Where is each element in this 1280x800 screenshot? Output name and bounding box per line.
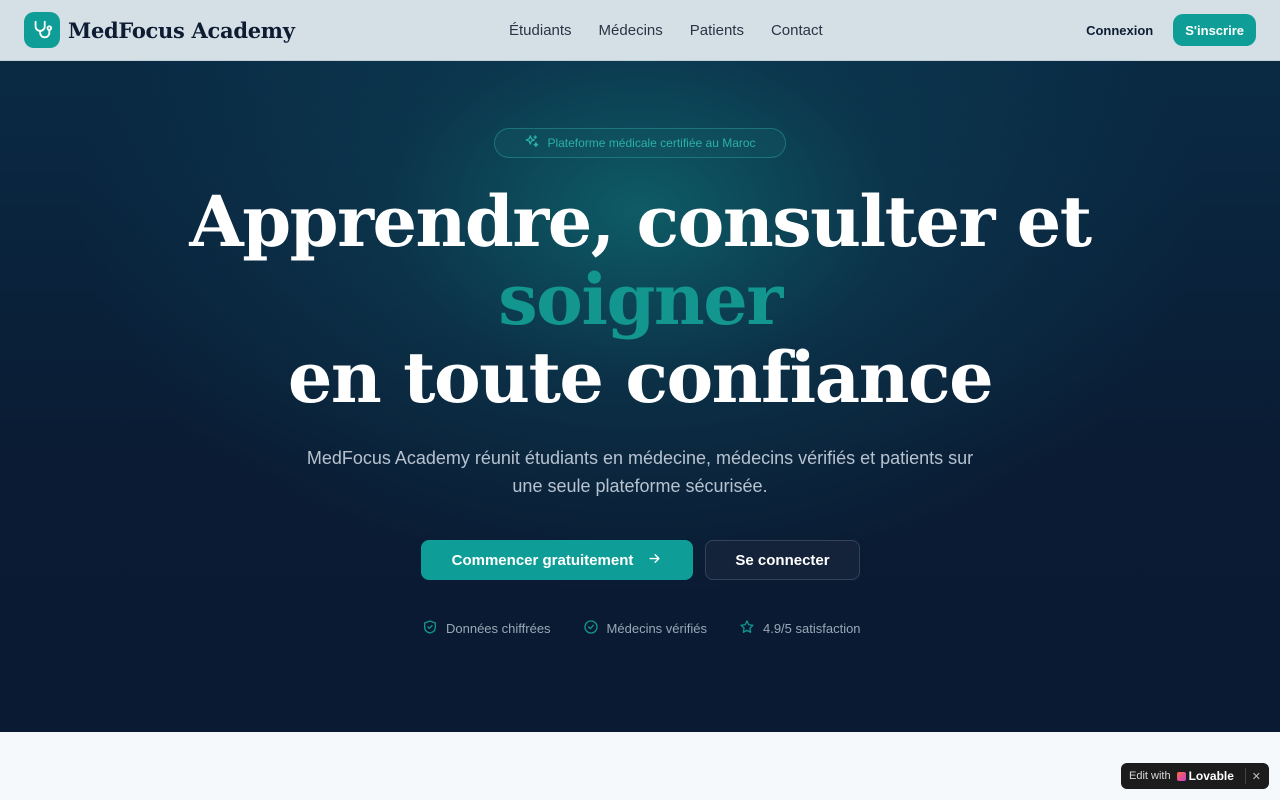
arrow-right-icon — [647, 551, 662, 570]
badge-text: Plateforme médicale certifiée au Maroc — [547, 136, 756, 150]
edit-with-label: Edit with — [1129, 770, 1171, 782]
hero-title-accent: soigner — [498, 258, 783, 341]
hero-title-line-1: Apprendre, consulter et — [189, 180, 1092, 263]
sparkles-icon — [524, 134, 539, 152]
lovable-logo: Lovable — [1176, 769, 1234, 783]
nav-link-patients[interactable]: Patients — [690, 22, 744, 39]
lovable-brand-name: Lovable — [1188, 769, 1234, 783]
login-button[interactable]: Connexion — [1086, 23, 1153, 38]
divider — [1244, 768, 1246, 784]
brand-logo[interactable]: MedFocus Academy — [24, 12, 295, 48]
trust-label: Données chiffrées — [446, 621, 551, 636]
hero-title: Apprendre, consulter et soigner en toute… — [0, 183, 1280, 417]
trust-label: Médecins vérifiés — [606, 621, 707, 636]
star-icon — [739, 619, 755, 638]
nav-actions: Connexion S'inscrire — [1086, 14, 1256, 46]
brand-name: MedFocus Academy — [68, 17, 295, 43]
shield-check-icon — [422, 619, 438, 638]
trust-item-encryption: Données chiffrées — [422, 619, 551, 638]
start-free-button[interactable]: Commencer gratuitement — [421, 540, 693, 580]
main-nav: Étudiants Médecins Patients Contact — [509, 0, 823, 61]
next-section — [0, 732, 1280, 800]
start-free-label: Commencer gratuitement — [451, 551, 634, 569]
close-icon[interactable]: ✕ — [1252, 770, 1261, 783]
hero-section: Plateforme médicale certifiée au Maroc A… — [0, 61, 1280, 732]
certification-badge: Plateforme médicale certifiée au Maroc — [494, 128, 786, 158]
trust-item-satisfaction: 4.9/5 satisfaction — [739, 619, 861, 638]
lovable-heart-icon — [1176, 771, 1186, 781]
check-circle-icon — [583, 619, 599, 638]
stethoscope-icon — [24, 12, 60, 48]
sign-in-button[interactable]: Se connecter — [705, 540, 860, 580]
hero-title-line-3: en toute confiance — [287, 336, 994, 419]
nav-link-etudiants[interactable]: Étudiants — [509, 22, 572, 39]
cta-group: Commencer gratuitement Se connecter — [421, 540, 860, 580]
nav-link-medecins[interactable]: Médecins — [599, 22, 663, 39]
trust-label: 4.9/5 satisfaction — [762, 621, 861, 636]
signup-button[interactable]: S'inscrire — [1173, 14, 1256, 46]
trust-item-verified: Médecins vérifiés — [583, 619, 707, 638]
nav-link-contact[interactable]: Contact — [771, 22, 823, 39]
top-navbar: MedFocus Academy Étudiants Médecins Pati… — [0, 0, 1280, 61]
lovable-edit-badge[interactable]: Edit with Lovable ✕ — [1121, 763, 1269, 789]
hero-subtitle: MedFocus Academy réunit étudiants en méd… — [306, 448, 974, 496]
trust-indicators: Données chiffrées Médecins vérifiés 4.9/… — [422, 619, 861, 638]
